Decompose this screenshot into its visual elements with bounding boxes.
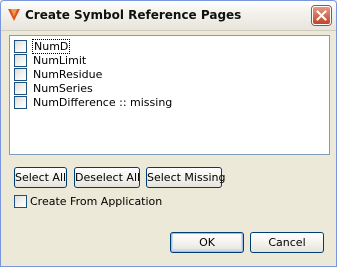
ok-button[interactable]: OK — [170, 232, 244, 253]
create-from-application-checkbox[interactable] — [14, 195, 27, 208]
list-item-checkbox[interactable] — [14, 68, 27, 81]
close-button[interactable] — [312, 6, 331, 25]
list-item-checkbox[interactable] — [14, 40, 27, 53]
symbol-list[interactable]: NumD NumLimit NumResidue NumSeries NumDi… — [9, 35, 330, 155]
create-from-application-label: Create From Application — [30, 195, 163, 208]
list-item-label: NumSeries — [33, 82, 93, 95]
close-icon — [316, 10, 327, 21]
select-all-button[interactable]: Select All — [14, 167, 67, 188]
dialog-window: Create Symbol Reference Pages NumD NumLi… — [0, 0, 337, 267]
create-from-application-option[interactable]: Create From Application — [14, 195, 214, 209]
list-item[interactable]: NumDifference :: missing — [14, 96, 314, 110]
list-item-checkbox[interactable] — [14, 82, 27, 95]
cancel-button[interactable]: Cancel — [250, 232, 324, 253]
window-title: Create Symbol Reference Pages — [25, 8, 242, 22]
list-item[interactable]: NumSeries — [14, 82, 314, 96]
list-item-checkbox[interactable] — [14, 96, 27, 109]
list-item[interactable]: NumLimit — [14, 54, 314, 68]
list-item-checkbox[interactable] — [14, 54, 27, 67]
list-item-label: NumResidue — [33, 68, 103, 81]
select-missing-button[interactable]: Select Missing — [146, 167, 225, 188]
list-item[interactable]: NumResidue — [14, 68, 314, 82]
title-bar[interactable]: Create Symbol Reference Pages — [1, 1, 336, 31]
list-item[interactable]: NumD — [14, 39, 314, 54]
list-item-label: NumD — [31, 39, 71, 54]
list-item-label: NumDifference :: missing — [33, 96, 173, 109]
app-logo-icon — [7, 8, 21, 22]
list-item-label: NumLimit — [33, 54, 87, 67]
deselect-all-button[interactable]: Deselect All — [74, 167, 140, 188]
